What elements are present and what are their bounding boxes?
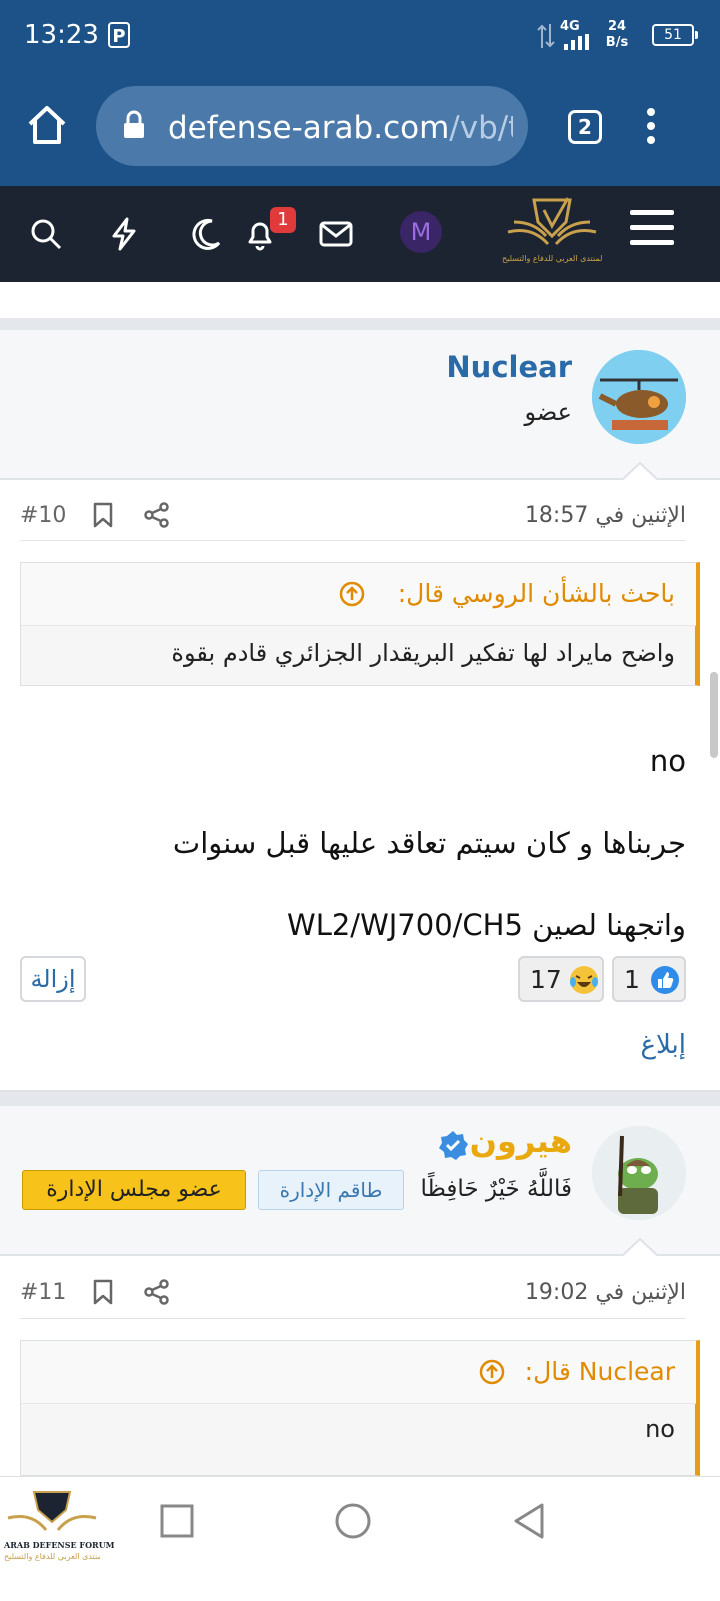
laughing-emoji-icon [570,966,598,994]
url-domain: defense-arab.com [168,110,450,146]
board-member-badge: عضو مجلس الإدارة [22,1170,246,1210]
post-11-user-title: فَاللَّهُ خَيْرٌ حَافِظًا [420,1176,572,1202]
home-circle-icon[interactable] [334,1502,372,1540]
back-triangle-icon[interactable] [512,1502,546,1540]
post-10-line-1: no [649,744,686,778]
haha-reaction[interactable]: 17 [518,956,604,1002]
notification-badge: 1 [270,207,296,233]
status-time: 13:23 [24,20,99,50]
parking-icon: P [108,22,130,48]
footer-logo-line2: المنتدى العربي للدفاع والتسليح [4,1552,100,1561]
url-path: /vb/th [449,110,513,146]
search-icon[interactable] [24,212,68,256]
forum-logo-caption: المنتدى العربي للدفاع والتسليح [502,254,602,263]
report-link[interactable]: إبلاغ [560,1030,687,1060]
frog-soldier-avatar-image [592,1126,686,1220]
hamburger-menu-icon[interactable] [630,208,674,248]
post-10-number[interactable]: #10 [20,503,66,528]
like-count: 1 [624,965,640,994]
footer-logo-emblem [7,1491,97,1531]
share-icon[interactable] [144,1279,170,1305]
forum-logo-emblem [507,197,597,246]
helicopter-avatar-image [592,350,686,444]
user-avatar[interactable]: M [400,211,442,253]
battery-icon: 51 [652,24,698,46]
post-arrow-icon [622,462,658,480]
net-speed-value: 24 [607,19,627,34]
page-scrollbar[interactable] [710,672,718,758]
signal-icon [564,34,589,50]
post-10-line-3: واتجهنا لصين WL2/WJ700/CH5 [287,908,686,942]
post-11-quote: Nuclear قال: no [20,1340,700,1476]
post-arrow-icon [622,1238,658,1256]
tabs-button[interactable]: 2 [568,110,602,144]
post-separator [0,318,720,330]
staff-badge: طاقم الإدارة [258,1170,404,1210]
lock-icon [124,110,144,138]
bolt-icon[interactable] [102,212,146,256]
nuclear-avatar[interactable] [592,350,686,444]
previous-post-tail [0,282,720,319]
bookmark-icon[interactable] [92,1279,114,1305]
net-speed-unit: B/s [605,35,629,50]
like-reaction[interactable]: 1 [612,956,686,1002]
post-11-quote-author[interactable]: Nuclear قال: [525,1357,675,1386]
post-11-meta-divider [20,1318,686,1319]
post-10-meta-divider [20,540,686,541]
share-icon[interactable] [144,502,170,528]
moon-icon[interactable] [184,212,228,256]
bookmark-icon[interactable] [92,502,114,528]
quote-jump-up-icon[interactable] [339,581,365,607]
network-4g-label: 4G [560,19,580,34]
post-10-line-2: جربناها و كان سيتم تعاقد عليها قبل سنوات [172,826,686,860]
verified-badge-icon [439,1131,468,1160]
more-menu-icon[interactable] [644,106,658,146]
url-text[interactable]: defense-arab.com/vb/th [168,110,513,146]
heron-avatar[interactable] [592,1126,686,1220]
post-separator [0,1092,720,1106]
like-icon [651,966,679,994]
forum-logo[interactable]: المنتدى العربي للدفاع والتسليح [502,192,602,272]
post-11-quote-text: no [645,1415,675,1443]
mail-icon[interactable] [314,212,358,256]
footer-logo-line1: ARAB DEFENSE FORUM [4,1540,115,1550]
post-10-username[interactable]: Nuclear [420,350,572,384]
post-10-quote-text: واضح مايراد لها تفكير البريقدار الجزائري… [171,639,675,667]
remove-reaction-button[interactable]: إزالة [20,956,86,1002]
home-icon[interactable] [26,104,68,146]
post-10-quote-author[interactable]: باحث بالشأن الروسي قال: [398,579,675,608]
post-10-quote: باحث بالشأن الروسي قال: واضح مايراد لها … [20,562,700,686]
post-11-date[interactable]: الإثنين في 19:02 [430,1280,686,1305]
recents-square-icon[interactable] [160,1504,194,1538]
post-11-number[interactable]: #11 [20,1280,66,1305]
quote-jump-up-icon[interactable] [479,1359,505,1385]
haha-count: 17 [530,965,562,994]
data-arrows-icon [537,24,555,48]
footer-forum-logo: ARAB DEFENSE FORUM المنتدى العربي للدفاع… [4,1488,115,1568]
post-10-date[interactable]: الإثنين في 18:57 [430,503,686,528]
post-10-user-role: عضو [524,398,572,426]
